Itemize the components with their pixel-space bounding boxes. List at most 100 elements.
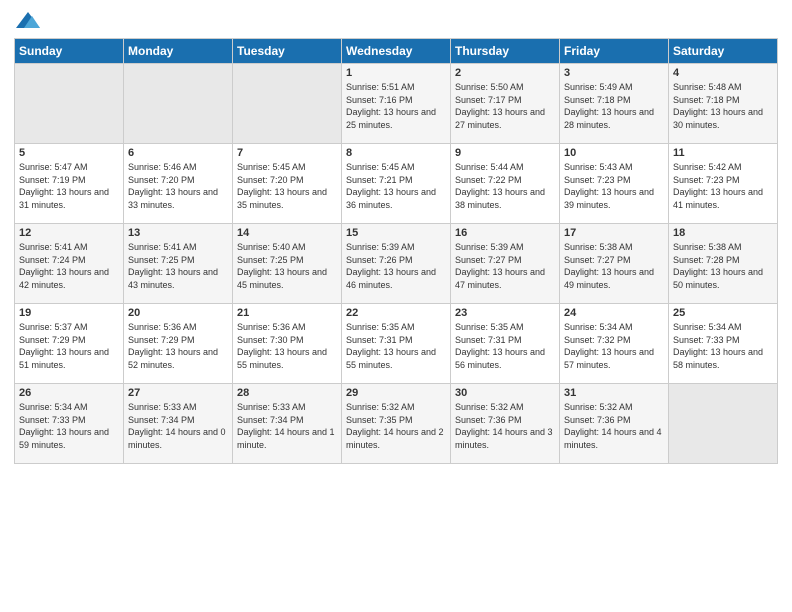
calendar-cell: 17Sunrise: 5:38 AMSunset: 7:27 PMDayligh… [560,224,669,304]
day-number: 24 [564,307,664,319]
day-info: Sunrise: 5:34 AMSunset: 7:33 PMDaylight:… [19,402,109,450]
calendar-cell: 2Sunrise: 5:50 AMSunset: 7:17 PMDaylight… [451,64,560,144]
weekday-header-sunday: Sunday [15,39,124,64]
day-info: Sunrise: 5:36 AMSunset: 7:30 PMDaylight:… [237,322,327,370]
day-info: Sunrise: 5:48 AMSunset: 7:18 PMDaylight:… [673,82,763,130]
calendar-cell: 20 Sunrise: 5:36 AMSunset: 7:29 PMDayligh… [124,304,233,384]
calendar-cell: 25 Sunrise: 5:34 AMSunset: 7:33 PMDayligh… [669,304,778,384]
weekday-header-thursday: Thursday [451,39,560,64]
day-number: 6 [128,147,228,159]
calendar-cell: 9Sunrise: 5:44 AMSunset: 7:22 PMDaylight… [451,144,560,224]
calendar-cell: 28 Sunrise: 5:33 AMSunset: 7:34 PMDayligh… [233,384,342,464]
header [14,10,778,32]
calendar-cell: 24 Sunrise: 5:34 AMSunset: 7:32 PMDayligh… [560,304,669,384]
calendar-cell: 23 Sunrise: 5:35 AMSunset: 7:31 PMDayligh… [451,304,560,384]
calendar-cell [124,64,233,144]
day-info: Sunrise: 5:42 AMSunset: 7:23 PMDaylight:… [673,162,763,210]
day-info: Sunrise: 5:41 AMSunset: 7:24 PMDaylight:… [19,242,109,290]
day-number: 11 [673,147,773,159]
day-info: Sunrise: 5:43 AMSunset: 7:23 PMDaylight:… [564,162,654,210]
day-info: Sunrise: 5:49 AMSunset: 7:18 PMDaylight:… [564,82,654,130]
day-info: Sunrise: 5:50 AMSunset: 7:17 PMDaylight:… [455,82,545,130]
logo [14,10,46,32]
day-info: Sunrise: 5:32 AMSunset: 7:36 PMDaylight:… [564,402,662,450]
day-number: 18 [673,227,773,239]
day-info: Sunrise: 5:41 AMSunset: 7:25 PMDaylight:… [128,242,218,290]
calendar-container: SundayMondayTuesdayWednesdayThursdayFrid… [0,0,792,474]
day-number: 3 [564,67,664,79]
day-info: Sunrise: 5:36 AMSunset: 7:29 PMDaylight:… [128,322,218,370]
calendar-cell: 15Sunrise: 5:39 AMSunset: 7:26 PMDayligh… [342,224,451,304]
day-info: Sunrise: 5:33 AMSunset: 7:34 PMDaylight:… [128,402,226,450]
day-info: Sunrise: 5:44 AMSunset: 7:22 PMDaylight:… [455,162,545,210]
day-number: 15 [346,227,446,239]
calendar-cell: 29 Sunrise: 5:32 AMSunset: 7:35 PMDayligh… [342,384,451,464]
day-number: 4 [673,67,773,79]
weekday-header-wednesday: Wednesday [342,39,451,64]
calendar-cell: 14Sunrise: 5:40 AMSunset: 7:25 PMDayligh… [233,224,342,304]
calendar-cell: 27 Sunrise: 5:33 AMSunset: 7:34 PMDayligh… [124,384,233,464]
calendar-cell: 11 Sunrise: 5:42 AMSunset: 7:23 PMDayligh… [669,144,778,224]
calendar-cell: 30Sunrise: 5:32 AMSunset: 7:36 PMDayligh… [451,384,560,464]
day-number: 8 [346,147,446,159]
day-info: Sunrise: 5:33 AMSunset: 7:34 PMDaylight:… [237,402,335,450]
day-info: Sunrise: 5:38 AMSunset: 7:28 PMDaylight:… [673,242,763,290]
logo-icon [14,10,42,32]
day-info: Sunrise: 5:45 AMSunset: 7:21 PMDaylight:… [346,162,436,210]
calendar-cell: 18 Sunrise: 5:38 AMSunset: 7:28 PMDayligh… [669,224,778,304]
day-info: Sunrise: 5:32 AMSunset: 7:35 PMDaylight:… [346,402,444,450]
day-info: Sunrise: 5:39 AMSunset: 7:27 PMDaylight:… [455,242,545,290]
day-number: 16 [455,227,555,239]
day-number: 31 [564,387,664,399]
day-info: Sunrise: 5:37 AMSunset: 7:29 PMDaylight:… [19,322,109,370]
day-number: 29 [346,387,446,399]
day-number: 21 [237,307,337,319]
day-info: Sunrise: 5:35 AMSunset: 7:31 PMDaylight:… [346,322,436,370]
day-number: 23 [455,307,555,319]
day-number: 19 [19,307,119,319]
weekday-header-friday: Friday [560,39,669,64]
calendar-cell: 5 Sunrise: 5:47 AMSunset: 7:19 PMDaylight… [15,144,124,224]
calendar-table: SundayMondayTuesdayWednesdayThursdayFrid… [14,38,778,464]
week-row-4: 19 Sunrise: 5:37 AMSunset: 7:29 PMDayligh… [15,304,778,384]
calendar-cell [15,64,124,144]
calendar-cell: 19 Sunrise: 5:37 AMSunset: 7:29 PMDayligh… [15,304,124,384]
calendar-cell [669,384,778,464]
weekday-header-monday: Monday [124,39,233,64]
calendar-cell: 12 Sunrise: 5:41 AMSunset: 7:24 PMDayligh… [15,224,124,304]
calendar-cell: 22Sunrise: 5:35 AMSunset: 7:31 PMDayligh… [342,304,451,384]
week-row-2: 5 Sunrise: 5:47 AMSunset: 7:19 PMDaylight… [15,144,778,224]
calendar-cell: 26Sunrise: 5:34 AMSunset: 7:33 PMDayligh… [15,384,124,464]
day-number: 12 [19,227,119,239]
calendar-cell: 4 Sunrise: 5:48 AMSunset: 7:18 PMDaylight… [669,64,778,144]
calendar-cell: 8 Sunrise: 5:45 AMSunset: 7:21 PMDaylight… [342,144,451,224]
day-info: Sunrise: 5:51 AMSunset: 7:16 PMDaylight:… [346,82,436,130]
day-number: 27 [128,387,228,399]
calendar-cell: 16 Sunrise: 5:39 AMSunset: 7:27 PMDayligh… [451,224,560,304]
weekday-header-row: SundayMondayTuesdayWednesdayThursdayFrid… [15,39,778,64]
day-info: Sunrise: 5:34 AMSunset: 7:33 PMDaylight:… [673,322,763,370]
day-number: 30 [455,387,555,399]
day-number: 13 [128,227,228,239]
calendar-cell [233,64,342,144]
calendar-cell: 21 Sunrise: 5:36 AMSunset: 7:30 PMDayligh… [233,304,342,384]
day-number: 28 [237,387,337,399]
week-row-1: 1Sunrise: 5:51 AMSunset: 7:16 PMDaylight… [15,64,778,144]
day-number: 5 [19,147,119,159]
day-info: Sunrise: 5:38 AMSunset: 7:27 PMDaylight:… [564,242,654,290]
calendar-cell: 1Sunrise: 5:51 AMSunset: 7:16 PMDaylight… [342,64,451,144]
day-number: 20 [128,307,228,319]
calendar-cell: 10Sunrise: 5:43 AMSunset: 7:23 PMDayligh… [560,144,669,224]
weekday-header-tuesday: Tuesday [233,39,342,64]
day-number: 25 [673,307,773,319]
day-info: Sunrise: 5:35 AMSunset: 7:31 PMDaylight:… [455,322,545,370]
day-info: Sunrise: 5:40 AMSunset: 7:25 PMDaylight:… [237,242,327,290]
day-info: Sunrise: 5:47 AMSunset: 7:19 PMDaylight:… [19,162,109,210]
day-info: Sunrise: 5:45 AMSunset: 7:20 PMDaylight:… [237,162,327,210]
day-info: Sunrise: 5:34 AMSunset: 7:32 PMDaylight:… [564,322,654,370]
week-row-3: 12 Sunrise: 5:41 AMSunset: 7:24 PMDayligh… [15,224,778,304]
day-info: Sunrise: 5:46 AMSunset: 7:20 PMDaylight:… [128,162,218,210]
week-row-5: 26Sunrise: 5:34 AMSunset: 7:33 PMDayligh… [15,384,778,464]
calendar-cell: 7Sunrise: 5:45 AMSunset: 7:20 PMDaylight… [233,144,342,224]
calendar-cell: 6 Sunrise: 5:46 AMSunset: 7:20 PMDaylight… [124,144,233,224]
